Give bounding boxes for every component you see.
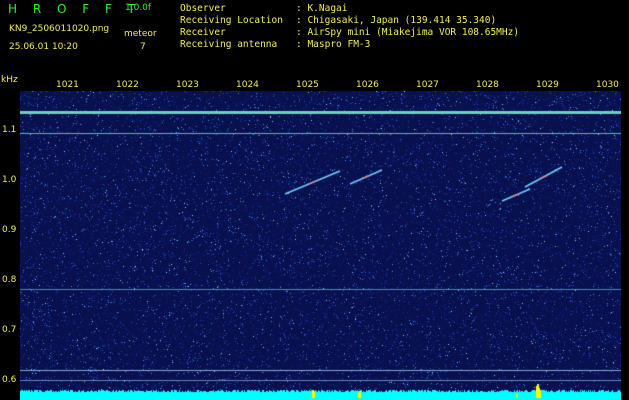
receiver-label: Receiver: [180, 27, 226, 38]
observer-value: : K.Nagai: [296, 3, 348, 14]
x-tick: 1027: [416, 80, 439, 90]
antenna-value: : Maspro FM-3: [296, 39, 371, 50]
observer-label: Observer: [180, 3, 226, 14]
y-tick: 0.6: [2, 375, 17, 385]
app-version: 1.0.0f: [125, 3, 152, 13]
capture-datetime: 25.06.01 10:20: [9, 42, 78, 52]
y-tick: 0.7: [2, 325, 17, 335]
x-tick: 1023: [176, 80, 199, 90]
detection-kind: meteor: [124, 29, 157, 39]
x-tick: 1029: [536, 80, 559, 90]
waterfall-spectrogram: [20, 91, 621, 400]
y-tick: 0.9: [2, 225, 17, 235]
x-tick: 1022: [116, 80, 139, 90]
y-tick: 1.1: [2, 125, 17, 135]
receiver-value: : AirSpy mini (Miakejima VOR 108.65MHz): [296, 27, 520, 38]
x-tick: 1030: [596, 80, 619, 90]
x-tick: 1021: [56, 80, 79, 90]
x-tick: 1025: [296, 80, 319, 90]
image-filename: KN9_2506011020.png: [9, 24, 110, 34]
y-tick: 1.0: [2, 175, 17, 185]
location-value: : Chigasaki, Japan (139.414 35.340): [296, 15, 497, 26]
y-axis: kHz 1.1 1.0 0.9 0.8 0.7 0.6: [0, 75, 20, 400]
x-tick: 1024: [236, 80, 259, 90]
y-tick: 0.8: [2, 275, 17, 285]
header-panel: H R O F F T 1.0.0f KN9_2506011020.png me…: [0, 0, 629, 77]
y-axis-unit: kHz: [1, 75, 18, 85]
waterfall-plot[interactable]: [20, 91, 621, 400]
location-label: Receiving Location: [180, 15, 283, 26]
x-tick: 1028: [476, 80, 499, 90]
x-tick: 1026: [356, 80, 379, 90]
meteor-count: 7: [140, 42, 146, 52]
x-axis: 1021 1022 1023 1024 1025 1026 1027 1028 …: [20, 77, 621, 91]
antenna-label: Receiving antenna: [180, 39, 278, 50]
app-logo: H R O F F T: [8, 2, 142, 16]
